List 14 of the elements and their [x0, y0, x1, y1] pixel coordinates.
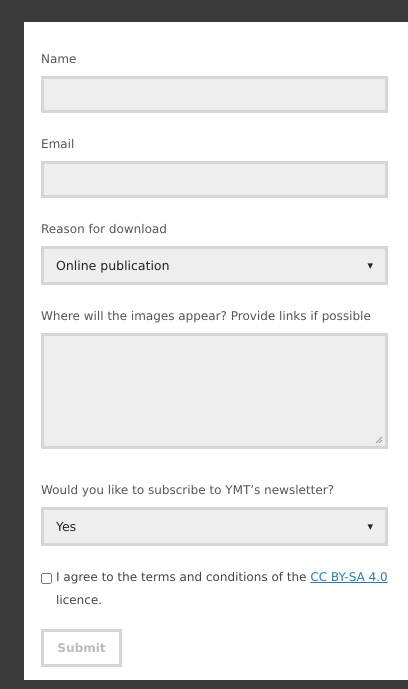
dropdown[interactable]: Yes ▾ — [41, 507, 388, 546]
licence-link[interactable]: CC BY-SA 4.0 — [310, 570, 388, 584]
text-field[interactable] — [41, 76, 388, 113]
field-label: Name — [41, 52, 78, 66]
field-label: Where will the images appear? Provide links if possible — [41, 309, 372, 323]
agree-checkbox[interactable] — [41, 573, 52, 584]
field-label: Email — [41, 137, 76, 151]
text-field[interactable] — [41, 161, 388, 198]
agreement-text: I agree to the terms and conditions of the CC BY-SA 4.0 licence. — [56, 569, 388, 609]
field-label: Would you like to subscribe to YMT’s newsletter? — [41, 483, 336, 497]
dropdown[interactable]: Online publication ▾ — [41, 246, 388, 285]
text-area[interactable] — [41, 333, 388, 449]
field-label: Reason for download — [41, 222, 168, 236]
resize-grip-icon[interactable] — [375, 436, 383, 444]
